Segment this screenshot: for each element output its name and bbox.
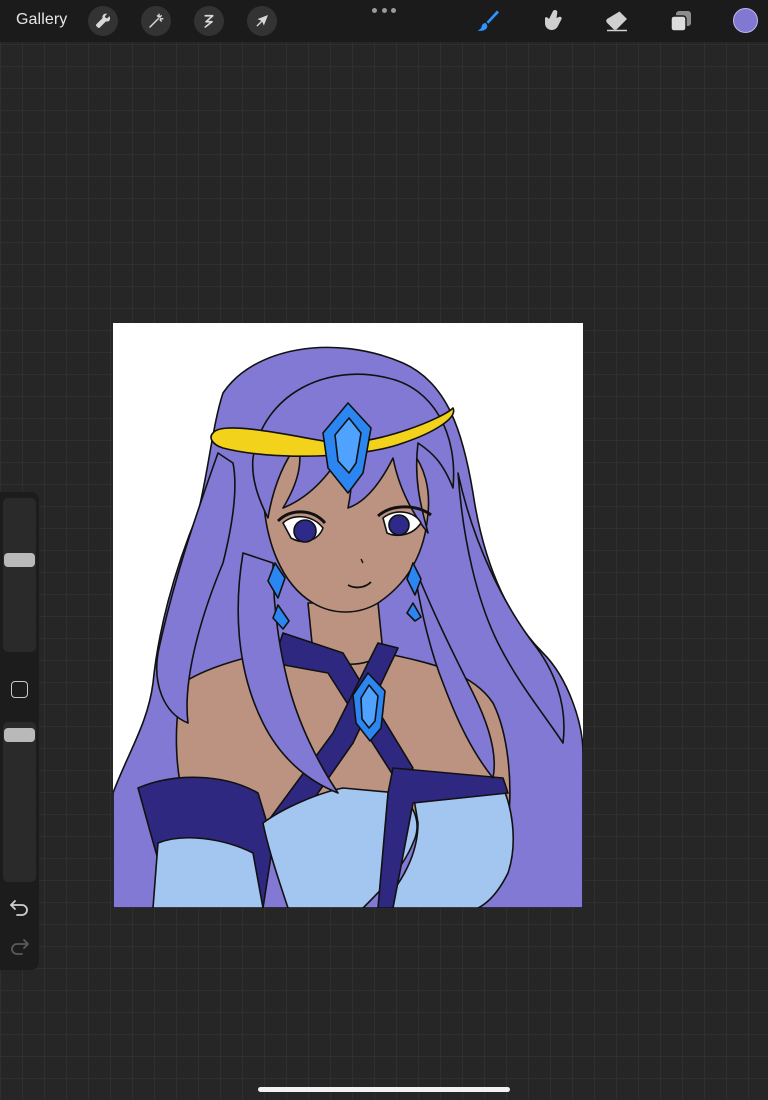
top-toolbar: Gallery [0,0,768,42]
opacity-thumb[interactable] [4,728,35,742]
redo-icon[interactable] [9,937,30,955]
undo-icon[interactable] [9,898,30,916]
drawing-canvas[interactable] [113,323,583,908]
brush-size-thumb[interactable] [4,553,35,567]
eraser-icon [606,11,627,32]
magic-wand-icon [149,13,164,28]
wrench-icon [96,13,111,28]
left-sidebar [0,492,39,970]
brush-tool-button[interactable] [474,8,500,34]
modify-square-icon[interactable] [11,681,28,698]
character-illustration [113,346,583,908]
opacity-slider[interactable] [3,722,36,882]
brush-icon [477,10,499,31]
smudge-tool-button[interactable] [540,8,566,34]
selection-button[interactable] [194,6,224,36]
home-indicator[interactable] [258,1087,510,1092]
color-picker-swatch[interactable] [733,8,758,33]
layers-icon [670,11,691,32]
eraser-tool-button[interactable] [604,8,630,34]
gallery-button[interactable]: Gallery [16,11,67,29]
more-options-icon[interactable] [372,4,396,16]
arrow-cursor-icon [256,15,268,27]
transform-button[interactable] [247,6,277,36]
smudge-finger-icon [545,10,562,30]
brush-size-slider[interactable] [3,498,36,652]
layers-button[interactable] [668,8,694,34]
actions-button[interactable] [88,6,118,36]
adjustments-button[interactable] [141,6,171,36]
selection-icon [204,14,214,28]
